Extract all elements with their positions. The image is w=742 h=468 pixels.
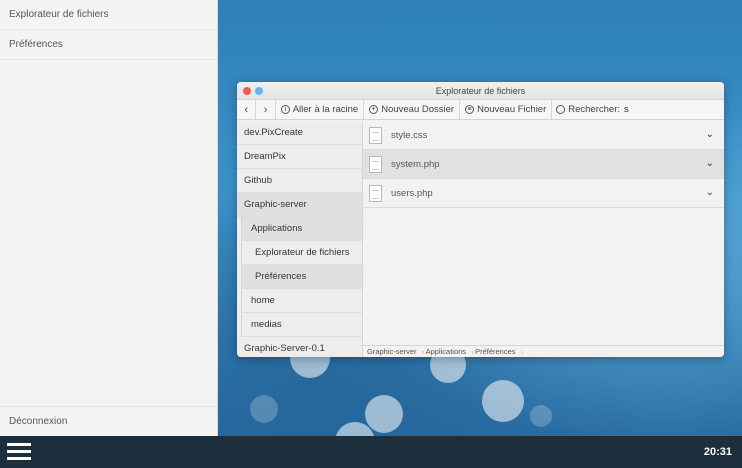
breadcrumb: Graphic-server Applications Préférences	[363, 345, 724, 357]
explorer-body: dev.PixCreate DreamPix Github Graphic-se…	[237, 121, 724, 357]
clock: 20:31	[703, 446, 732, 458]
folder-github[interactable]: Github	[237, 169, 362, 193]
window-title: Explorateur de fichiers	[435, 86, 526, 96]
breadcrumb-item[interactable]: Graphic-server	[366, 346, 424, 357]
folder-medias[interactable]: medias	[241, 313, 362, 337]
file-icon	[369, 126, 382, 144]
logout-button[interactable]: Déconnexion	[0, 406, 218, 436]
file-name: users.php	[391, 187, 433, 199]
file-icon	[369, 155, 382, 173]
folder-dreampix[interactable]: DreamPix	[237, 145, 362, 169]
search-label: Rechercher:	[568, 104, 620, 115]
search-icon	[556, 105, 566, 114]
toolbar: ‹ › i Aller à la racine + Nouveau Dossie…	[237, 100, 724, 120]
bokeh-light	[530, 405, 552, 427]
breadcrumb-item[interactable]: Préférences	[474, 346, 524, 357]
folder-graphic-server[interactable]: Graphic-server	[237, 193, 362, 217]
breadcrumb-item[interactable]: Applications	[425, 346, 475, 357]
go-to-root-label: Aller à la racine	[292, 104, 359, 115]
forward-button[interactable]: ›	[256, 100, 276, 119]
new-file-label: Nouveau Fichier	[477, 104, 547, 115]
search-input[interactable]	[624, 104, 724, 115]
new-folder-button[interactable]: + Nouveau Dossier	[364, 100, 461, 119]
search-box: Rechercher:	[552, 100, 724, 119]
file-name: style.css	[391, 129, 428, 141]
close-window-button[interactable]	[243, 87, 251, 95]
window-titlebar[interactable]: Explorateur de fichiers	[237, 82, 724, 100]
file-row[interactable]: style.css ⌄	[363, 121, 724, 150]
chevron-down-icon[interactable]: ⌄	[706, 187, 714, 198]
back-button[interactable]: ‹	[237, 100, 257, 119]
chevron-left-icon: ‹	[244, 103, 249, 116]
go-to-root-button[interactable]: i Aller à la racine	[276, 100, 365, 119]
folder-home[interactable]: home	[241, 289, 362, 313]
file-explorer-window: Explorateur de fichiers ‹ › i Aller à la…	[237, 82, 724, 357]
chevron-right-icon: ›	[263, 103, 268, 116]
new-file-button[interactable]: ≡ Nouveau Fichier	[460, 100, 553, 119]
file-list: style.css ⌄ system.php ⌄ users.php ⌄	[363, 121, 724, 345]
plus-circle-icon: +	[369, 105, 379, 114]
taskbar: 20:31	[0, 436, 742, 468]
file-icon	[369, 184, 382, 202]
bokeh-light	[482, 380, 524, 422]
side-menu: Explorateur de fichiers Préférences Déco…	[0, 0, 218, 436]
folder-preferences[interactable]: Préférences	[241, 265, 362, 289]
folder-file-explorer[interactable]: Explorateur de fichiers	[241, 241, 362, 265]
bokeh-light	[365, 395, 403, 433]
folder-graphic-server-0-1[interactable]: Graphic-Server-0.1	[237, 337, 362, 357]
info-circle-icon: i	[280, 105, 290, 114]
file-row[interactable]: users.php ⌄	[363, 179, 724, 208]
hamburger-icon[interactable]	[7, 443, 31, 461]
chevron-down-icon[interactable]: ⌄	[706, 129, 714, 140]
file-name: system.php	[391, 158, 440, 170]
chevron-down-icon[interactable]: ⌄	[706, 158, 714, 169]
bokeh-light	[250, 395, 278, 423]
folder-tree: dev.PixCreate DreamPix Github Graphic-se…	[237, 121, 363, 357]
folder-applications[interactable]: Applications	[241, 217, 362, 241]
side-menu-item-preferences[interactable]: Préférences	[0, 30, 217, 60]
minimize-window-button[interactable]	[255, 87, 263, 95]
new-folder-label: Nouveau Dossier	[381, 104, 455, 115]
file-row[interactable]: system.php ⌄	[363, 150, 724, 179]
file-circle-icon: ≡	[465, 105, 475, 114]
folder-dev-pixcreate[interactable]: dev.PixCreate	[237, 121, 362, 145]
side-menu-item-file-explorer[interactable]: Explorateur de fichiers	[0, 0, 217, 30]
